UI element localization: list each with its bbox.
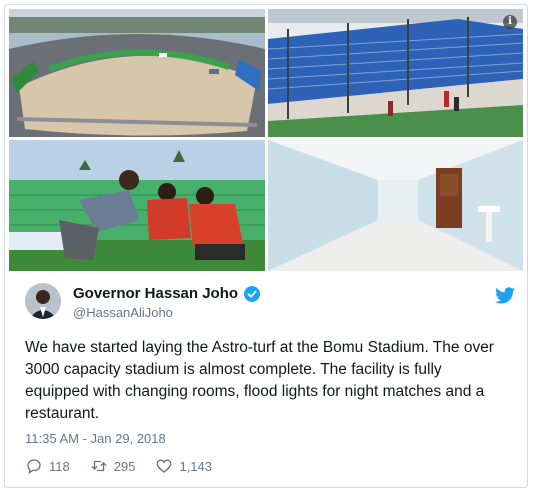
author-name-row[interactable]: Governor Hassan Joho — [73, 285, 261, 302]
changing-rooms-photo[interactable] — [268, 140, 523, 271]
avatar[interactable] — [25, 283, 61, 319]
author-name[interactable]: Governor Hassan Joho — [73, 285, 238, 302]
verified-badge-icon — [244, 285, 261, 302]
twitter-bird-icon[interactable] — [495, 287, 515, 304]
tweet-text: We have started laying the Astro-turf at… — [25, 339, 494, 422]
tweet-timestamp[interactable]: 11:35 AM - Jan 29, 2018 — [25, 431, 166, 446]
tweet-header: Governor Hassan Joho @HassanAliJoho — [25, 283, 515, 323]
info-icon[interactable]: i — [503, 15, 517, 29]
reply-icon — [27, 459, 41, 475]
turf-laying-photo[interactable] — [9, 140, 265, 271]
heart-icon — [157, 459, 172, 473]
reply-button[interactable]: 118 — [25, 457, 70, 475]
retweet-count: 295 — [113, 458, 136, 474]
like-count: 1,143 — [179, 458, 212, 474]
photo-grid: i — [9, 9, 523, 271]
stadium-stands-photo[interactable]: i — [268, 9, 523, 137]
like-button[interactable]: 1,143 — [155, 457, 212, 475]
tweet-card[interactable]: i Governor Hassan Joho @HassanAliJoho We… — [4, 4, 528, 488]
reply-count: 118 — [49, 458, 70, 474]
tweet-actions: 118 295 1,143 — [25, 457, 232, 475]
retweet-icon — [91, 460, 107, 472]
stadium-aerial-photo[interactable] — [9, 9, 265, 137]
author-handle[interactable]: @HassanAliJoho — [73, 305, 173, 320]
retweet-button[interactable]: 295 — [90, 457, 136, 475]
